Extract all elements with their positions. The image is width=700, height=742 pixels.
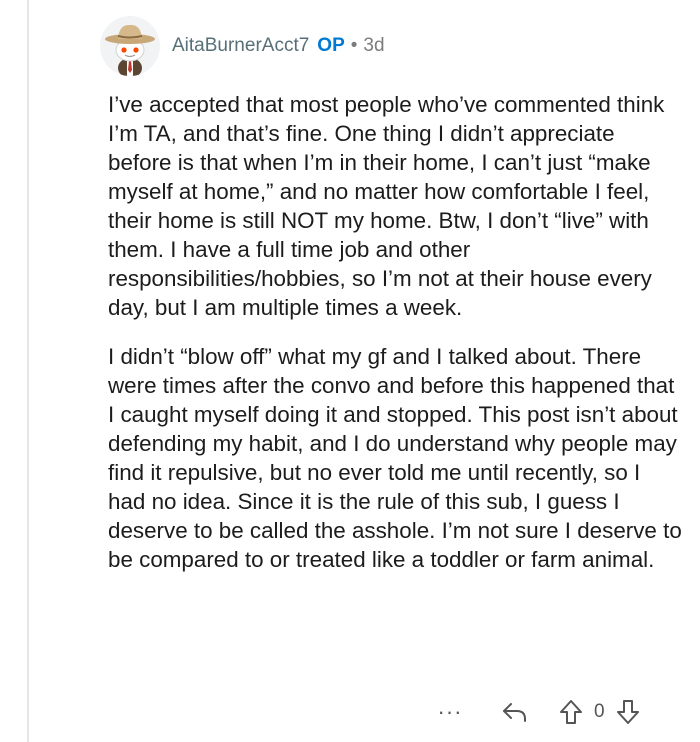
avatar[interactable] (100, 16, 160, 76)
vote-score: 0 (594, 701, 605, 722)
meta-separator: • (350, 35, 358, 56)
reply-arrow-icon (503, 703, 526, 722)
snoo-avatar-icon (105, 24, 155, 76)
reply-button[interactable] (492, 699, 538, 725)
downvote-arrow-icon (616, 700, 639, 724)
comment-meta: AitaBurnerAcct7 OP • 3d (172, 35, 385, 57)
comment-actions: ··· 0 (430, 694, 643, 730)
comment-body: I’ve accepted that most people who’ve co… (108, 90, 683, 594)
comment-header: AitaBurnerAcct7 OP • 3d (100, 14, 385, 78)
comment-paragraph: I didn’t “blow off” what my gf and I tal… (108, 344, 682, 572)
upvote-arrow-icon (560, 700, 582, 724)
downvote-button[interactable] (613, 698, 643, 726)
upvote-button[interactable] (556, 698, 586, 726)
more-options-button[interactable]: ··· (430, 699, 470, 725)
username-link[interactable]: AitaBurnerAcct7 (172, 35, 309, 57)
comment-paragraph: I’ve accepted that most people who’ve co… (108, 92, 665, 320)
op-badge: OP (317, 35, 345, 56)
thread-line (27, 0, 29, 742)
comment-age: 3d (363, 35, 385, 56)
